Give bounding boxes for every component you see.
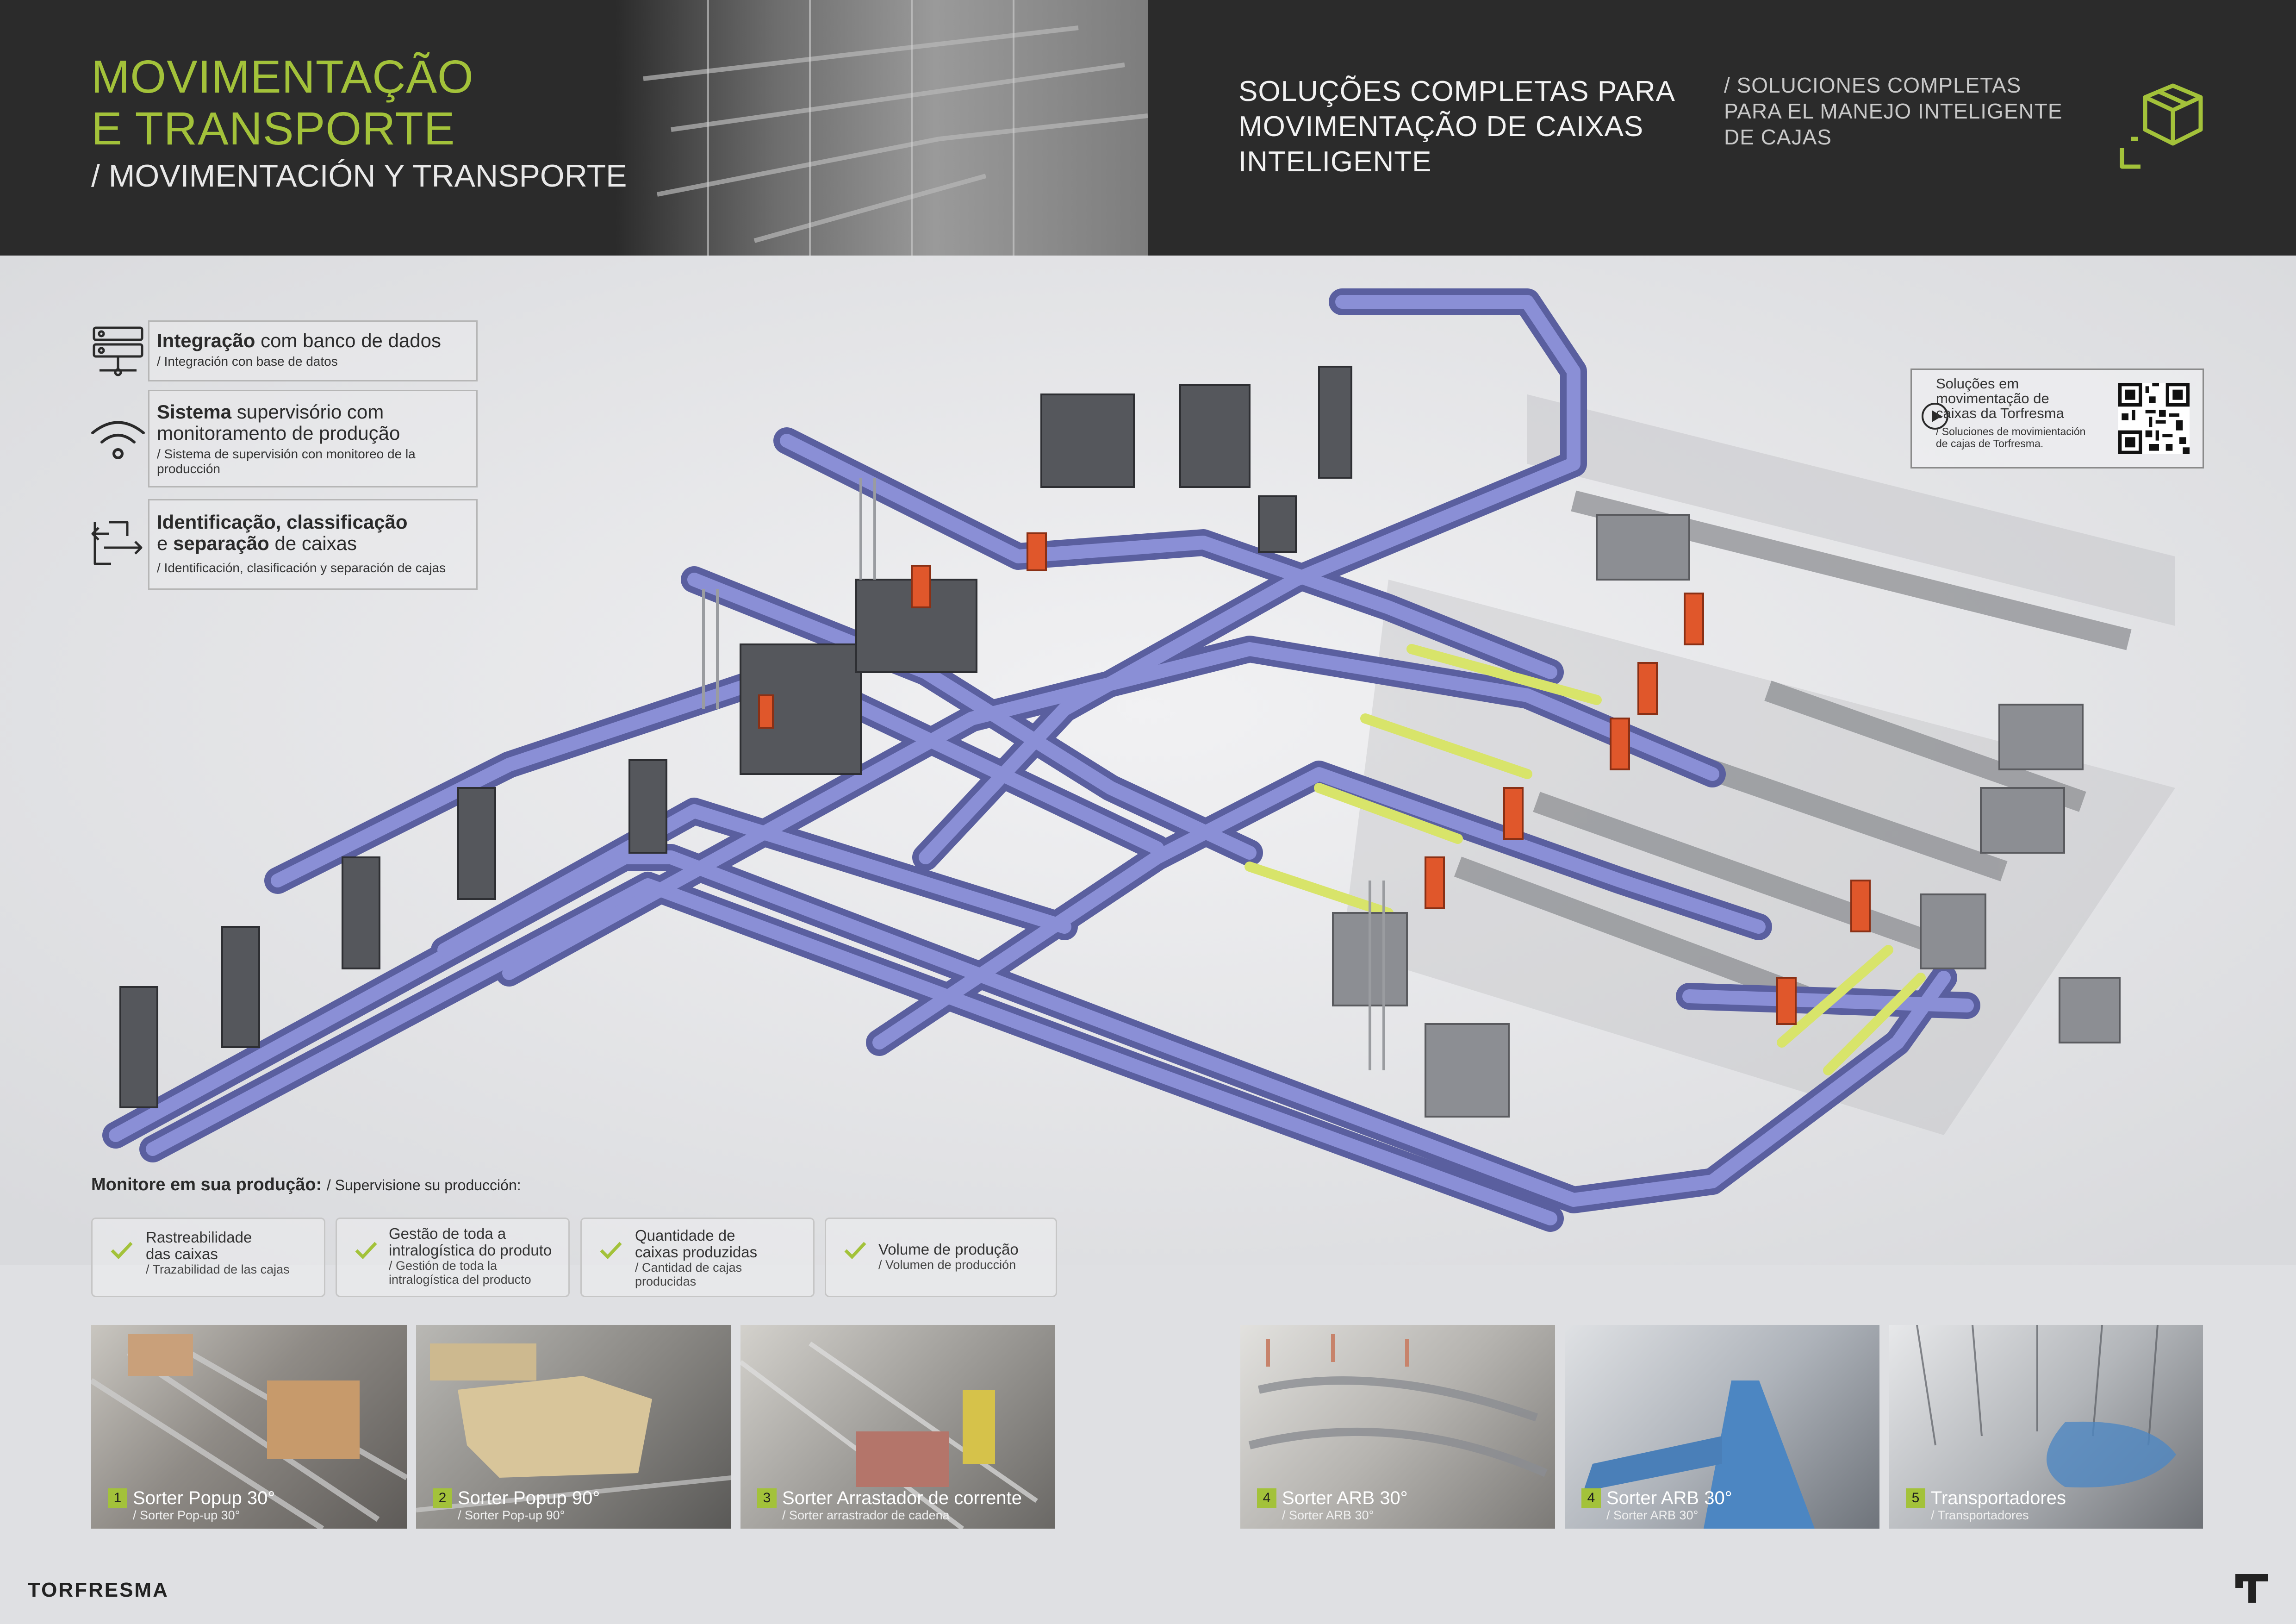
feature-strong-text: Identificação, classificação [157,511,408,533]
database-server-icon [93,326,143,376]
photo-caption: Sorter ARB 30° [1282,1488,1408,1508]
photo-caption-es: / Sorter ARB 30° [1282,1508,1374,1522]
header-warehouse-photo [616,0,1148,256]
feature-strong-text: Sistema [157,401,232,423]
qr-text: Soluções em [1936,375,2019,392]
monitor-item-traceability: Rastreabilidade das caixas / Trazabilida… [91,1218,325,1297]
monitor-item-intralogistics: Gestão de toda a intralogística do produ… [336,1218,570,1297]
photo-caption: Sorter Popup 30° [133,1488,275,1508]
photo-number: 4 [1581,1488,1601,1508]
feature-strong-text: Integração [157,330,255,351]
qr-code-icon[interactable] [2118,383,2190,454]
monitor-item-quantity: Quantidade de caixas produzidas / Cantid… [580,1218,815,1297]
check-icon [600,1242,622,1260]
monitor-title: Monitore em sua produção: / Supervisione… [91,1175,521,1194]
monitor-subtitle: / Supervisione su producción: [326,1177,521,1193]
check-icon [111,1242,133,1260]
photo-number: 1 [108,1488,127,1508]
feature-es-text: / Sistema de supervisión con monitoreo d… [157,447,416,476]
feature-identification-classification: Identificação, classificação e separação… [148,499,478,590]
photo-caption: Sorter ARB 30° [1606,1488,1732,1508]
box-cube-icon [2120,83,2203,169]
photo-caption: Transportadores [1931,1488,2066,1508]
check-icon [355,1242,377,1260]
photo-number: 5 [1906,1488,1925,1508]
photo-sorter-chain-dragger: 3 Sorter Arrastador de corrente / Sorter … [740,1325,1055,1529]
feature-es-text: / Integración con base de datos [157,354,338,369]
qr-text: caixas da Torfresma [1936,405,2064,421]
feature-es-text: / Identificación, clasificación y separa… [157,561,446,575]
photo-number: 3 [757,1488,777,1508]
page-title-line2: E TRANSPORTE [91,103,455,155]
photo-sorter-popup-90: 2 Sorter Popup 90° / Sorter Pop-up 90° [416,1325,731,1529]
feature-supervisory-system: Sistema supervisório com monitoramento d… [148,390,478,487]
solutions-pt: SOLUÇÕES COMPLETAS PARA MOVIMENTAÇÃO DE … [1238,75,1676,178]
photo-conveyors: 5 Transportadores / Transportadores [1889,1325,2203,1529]
photo-caption-es: / Sorter ARB 30° [1606,1508,1699,1522]
brand-logo-text: TORFRESMA [28,1579,169,1601]
qr-video-box[interactable]: Soluções em movimentação de caixas da To… [1910,369,2204,468]
photo-caption-es: / Transportadores [1931,1508,2029,1522]
qr-text: movimentação de [1936,390,2049,406]
photo-sorter-arb-30-b: 4 Sorter ARB 30° / Sorter ARB 30° [1565,1325,1879,1529]
photo-caption: Sorter Arrastador de corrente [782,1488,1022,1508]
monitor-item-volume: Volume de produção / Volumen de producci… [825,1218,1057,1297]
check-icon [844,1242,866,1260]
feature-strong-text: separação [173,532,269,554]
sort-arrows-icon [91,521,143,565]
photo-sorter-popup-30: 1 Sorter Popup 30° / Sorter Pop-up 30° [91,1325,407,1529]
photo-caption-es: / Sorter Pop-up 30° [133,1508,240,1522]
feature-database-integration: Integração com banco de dados / Integrac… [148,320,478,381]
feature-text: com banco de dados [255,330,442,351]
wireless-monitor-icon [91,421,145,459]
photo-number: 2 [433,1488,452,1508]
solutions-es: / SOLUCIONES COMPLETAS PARA EL MANEJO IN… [1724,73,2063,149]
torfresma-t-logo-icon [2235,1574,2268,1603]
photo-sorter-arb-30-a: 4 Sorter ARB 30° / Sorter ARB 30° [1240,1325,1555,1529]
photo-caption: Sorter Popup 90° [458,1488,600,1508]
photo-caption-es: / Sorter Pop-up 90° [458,1508,565,1522]
qr-es-text: / Soluciones de movimientación [1936,425,2086,437]
page-title-line1: MOVIMENTAÇÃO [91,51,474,103]
feature-text: de caixas [269,532,357,554]
photo-caption-es: / Sorter arrastrador de cadena [782,1508,950,1522]
page-subtitle: / MOVIMENTACIÓN Y TRANSPORTE [91,158,627,194]
photo-number: 4 [1257,1488,1276,1508]
qr-es-text: de cajas de Torfresma. [1936,437,2044,450]
